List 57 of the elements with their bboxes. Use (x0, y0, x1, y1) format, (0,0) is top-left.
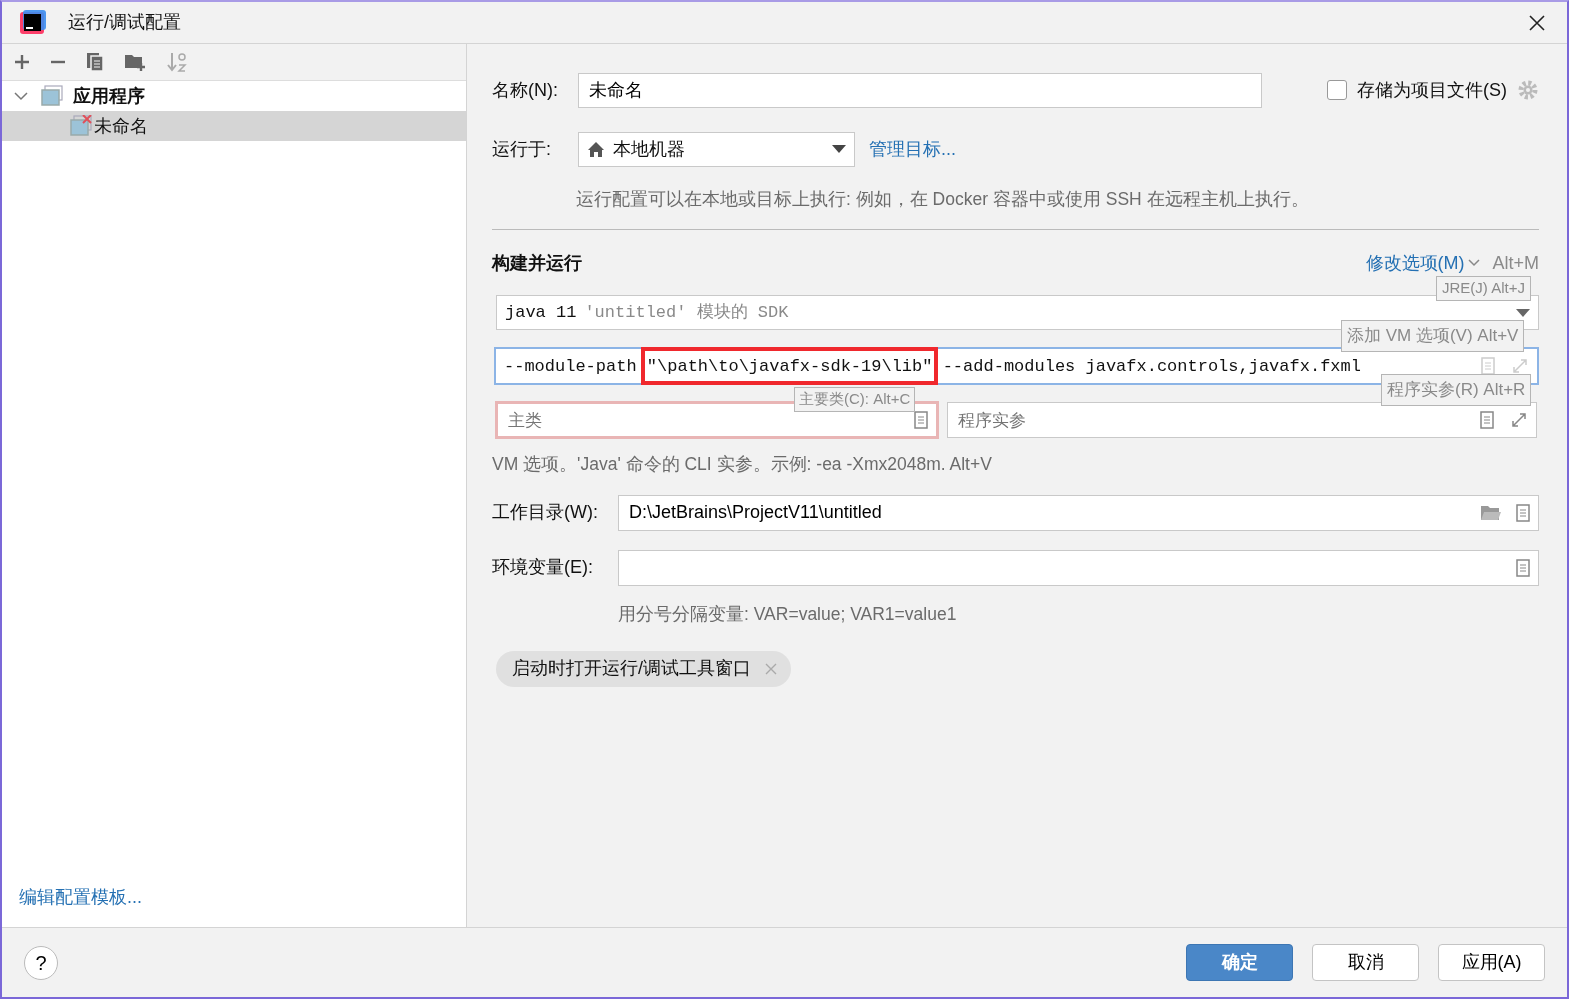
environment-variables-field[interactable] (618, 549, 1539, 586)
program-arguments-input[interactable]: 程序实参 (956, 406, 1480, 434)
run-on-label: 运行于: (492, 137, 552, 161)
document-icon[interactable] (914, 411, 928, 430)
gear-icon[interactable] (1517, 79, 1539, 101)
name-field[interactable]: 未命名 (578, 72, 1262, 108)
working-directory-input[interactable]: D:\JetBrains\ProjectV11\untitled (627, 498, 1466, 527)
folder-icon[interactable] (1480, 503, 1502, 522)
tooltip: 添加 VM 选项(V) Alt+V (1341, 320, 1525, 352)
run-on-hint: 运行配置可以在本地或目标上执行: 例如，在 Docker 容器中或使用 SSH 在远程主机上执行。 (576, 188, 1310, 211)
document-icon[interactable] (1480, 411, 1494, 430)
modify-options-link[interactable]: 修改选项(M) (1365, 249, 1465, 277)
document-icon[interactable] (1516, 503, 1530, 522)
app-logo-icon (20, 9, 46, 36)
copy-icon[interactable] (86, 52, 104, 72)
window-title: 运行/调试配置 (68, 11, 181, 34)
sort-icon[interactable] (166, 51, 188, 73)
document-icon[interactable] (1516, 558, 1530, 577)
tree-item[interactable]: 未命名 (2, 111, 466, 141)
target-dropdown[interactable]: 本地机器 (578, 131, 855, 167)
tree-item[interactable]: 应用程序 (2, 81, 466, 111)
chevron-down-icon[interactable] (14, 91, 28, 101)
tree-item-label: 未命名 (94, 114, 148, 138)
manage-targets-link[interactable]: 管理目标... (869, 135, 956, 163)
expand-icon[interactable] (1510, 411, 1528, 430)
vm-options-hint: VM 选项。'Java' 命令的 CLI 实参。示例: -ea -Xmx2048m. Alt+V (492, 453, 993, 477)
ok-button[interactable]: 确定 (1186, 944, 1293, 981)
tooltip: JRE(J) Alt+J (1436, 276, 1531, 301)
working-directory-field[interactable]: D:\JetBrains\ProjectV11\untitled (618, 494, 1539, 531)
dialog-button[interactable]: 应用(A) (1438, 944, 1545, 981)
document-icon[interactable] (1481, 357, 1495, 376)
caret-icon (1516, 308, 1530, 317)
caret-icon (832, 145, 846, 153)
add-icon[interactable] (14, 54, 30, 70)
environment-variables-label: 环境变量(E): (492, 556, 594, 579)
shortcut-label: Alt+M (1492, 251, 1539, 275)
checkbox[interactable] (1327, 80, 1347, 100)
chevron-down-icon (1468, 259, 1481, 268)
tooltip: 程序实参(R) Alt+R (1381, 374, 1532, 406)
expand-icon[interactable] (1511, 357, 1529, 376)
window-icon (41, 85, 63, 107)
tree-item-label: 应用程序 (73, 84, 145, 108)
close-icon[interactable] (1529, 14, 1545, 31)
store-as-project-file-label: 存储为项目文件(S) (1357, 78, 1507, 102)
section-heading: 构建并运行 (492, 251, 582, 275)
home-icon (587, 140, 605, 158)
environment-variables-hint: 用分号分隔变量: VAR=value; VAR1=value1 (618, 602, 958, 626)
name-label: 名称(N): (492, 78, 559, 102)
tooltip: 主要类(C): Alt+C (794, 387, 916, 412)
window-error-icon (70, 115, 92, 137)
option-tag-label: 启动时打开运行/调试工具窗口 (512, 657, 751, 681)
edit-templates-link[interactable]: 编辑配置模板... (19, 887, 142, 907)
folder-add-icon[interactable] (124, 52, 146, 72)
working-directory-label: 工作目录(W): (492, 501, 599, 524)
help-button[interactable]: ? (24, 945, 58, 980)
dialog-button[interactable]: 取消 (1312, 944, 1419, 981)
program-arguments-field[interactable]: 程序实参 (947, 402, 1537, 439)
